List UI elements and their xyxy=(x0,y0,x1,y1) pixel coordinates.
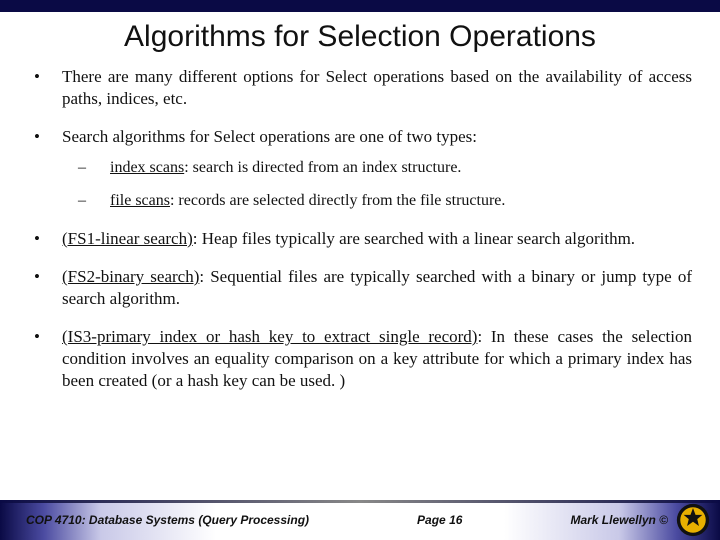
bullet-underline: (IS3-primary index or hash key to extrac… xyxy=(62,327,477,346)
bullet-item: (FS2-binary search): Sequential files ar… xyxy=(28,266,692,310)
sub-bullet-list: index scans: search is directed from an … xyxy=(62,158,692,212)
bullet-item: There are many different options for Sel… xyxy=(28,66,692,110)
bullet-underline: (FS1-linear search) xyxy=(62,229,193,248)
sub-bullet-underline: index scans xyxy=(110,159,184,176)
sub-bullet-item: file scans: records are selected directl… xyxy=(62,191,692,212)
footer-course: COP 4710: Database Systems (Query Proces… xyxy=(26,513,309,527)
bullet-text: Search algorithms for Select operations … xyxy=(62,127,477,146)
sub-bullet-item: index scans: search is directed from an … xyxy=(62,158,692,179)
bullet-item: Search algorithms for Select operations … xyxy=(28,126,692,212)
bullet-underline: (FS2-binary search) xyxy=(62,267,199,286)
slide: Algorithms for Selection Operations Ther… xyxy=(0,0,720,540)
sub-bullet-rest: : records are selected directly from the… xyxy=(170,192,505,209)
footer-page: Page 16 xyxy=(417,513,462,527)
sub-bullet-rest: : search is directed from an index struc… xyxy=(184,159,461,176)
bullet-item: (IS3-primary index or hash key to extrac… xyxy=(28,326,692,392)
bullet-text: There are many different options for Sel… xyxy=(62,67,692,108)
sub-bullet-underline: file scans xyxy=(110,192,170,209)
bullet-item: (FS1-linear search): Heap files typicall… xyxy=(28,228,692,250)
slide-content: There are many different options for Sel… xyxy=(0,66,720,540)
slide-title: Algorithms for Selection Operations xyxy=(20,20,700,54)
footer-author: Mark Llewellyn © xyxy=(570,513,668,527)
bullet-list: There are many different options for Sel… xyxy=(28,66,692,392)
footer-divider xyxy=(0,500,720,503)
bullet-rest: : Heap files typically are searched with… xyxy=(193,229,635,248)
footer: COP 4710: Database Systems (Query Proces… xyxy=(0,500,720,540)
ucf-logo-icon xyxy=(676,503,710,537)
